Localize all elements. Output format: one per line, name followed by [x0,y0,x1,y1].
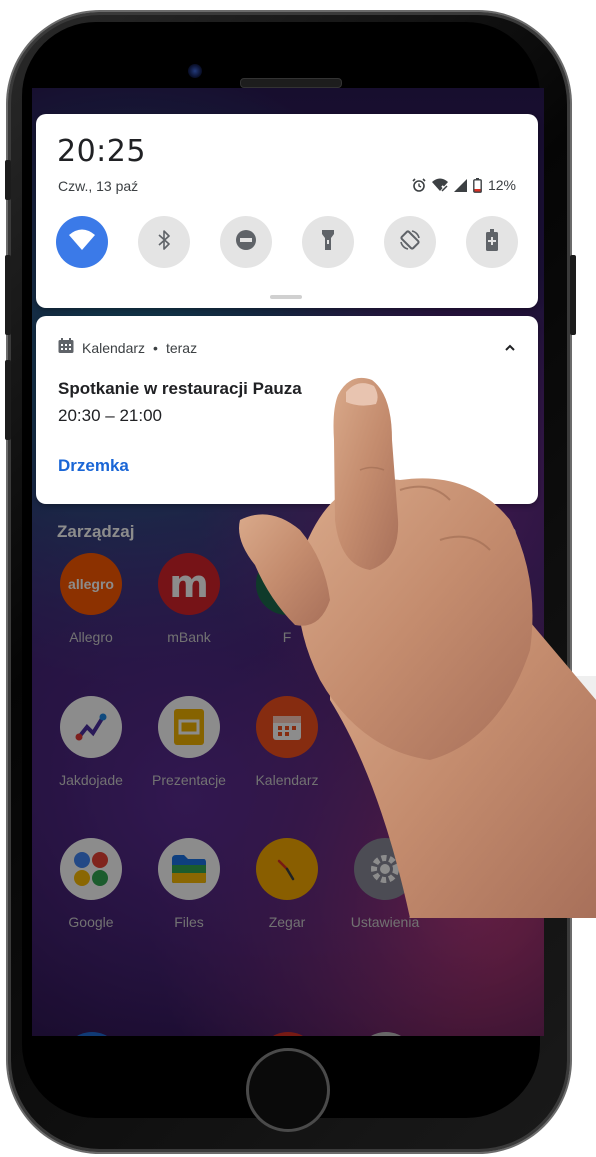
earpiece-speaker [240,78,342,88]
signal-icon [453,178,467,192]
alarm-icon [412,178,426,192]
stage: Zarządzaj tkie allegro Allegro m mBank F… [0,0,596,1157]
do-not-disturb-tile[interactable] [220,216,272,268]
notification-title: Spotkanie w restauracji Pauza [58,379,302,398]
snooze-button[interactable]: Drzemka [58,456,129,476]
date-label[interactable]: Czw., 13 paź [58,178,138,194]
bluetooth-tile[interactable] [138,216,190,268]
flashlight-icon [321,229,335,256]
flashlight-tile[interactable] [302,216,354,268]
auto-rotate-icon [398,228,422,257]
front-camera [188,64,202,78]
home-button[interactable] [246,1048,330,1132]
notification-app-name: Kalendarz [82,339,146,356]
volume-up-button [5,255,11,335]
calendar-icon [58,338,74,357]
clock-time[interactable]: 20:25 [57,134,146,169]
silent-switch [5,160,11,200]
do-not-disturb-icon [235,229,257,256]
notification-time-ago: teraz [165,339,198,356]
notification-header: Kalendarz • teraz [58,338,197,357]
battery-saver-icon [486,228,498,256]
battery-low-icon [473,177,482,193]
auto-rotate-tile[interactable] [384,216,436,268]
wifi-tile[interactable] [56,216,108,268]
quick-settings-panel: 20:25 Czw., 13 paź 12% [36,114,538,308]
volume-down-button [5,360,11,440]
background-panel [410,676,596,918]
drag-handle[interactable] [270,295,302,299]
collapse-chevron-icon[interactable] [504,338,516,354]
notification-time-range: 20:30 – 21:00 [58,406,162,425]
battery-percent: 12% [487,177,516,193]
calendar-notification[interactable]: Kalendarz • teraz Spotkanie w restauracj… [36,316,538,504]
wifi-status-icon [431,178,448,192]
wifi-icon [69,229,95,256]
power-button [570,255,576,335]
bluetooth-icon [157,229,171,255]
battery-saver-tile[interactable] [466,216,518,268]
quick-settings-tiles [56,216,518,268]
status-icons: 12% [412,177,516,193]
notification-separator: • [153,339,158,356]
